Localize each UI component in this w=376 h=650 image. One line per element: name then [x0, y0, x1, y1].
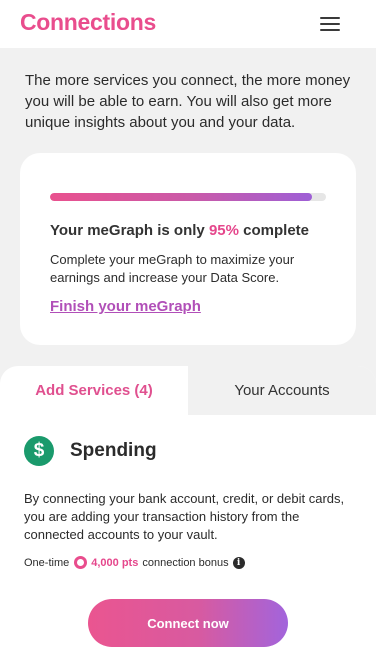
- progress-percent: 95%: [208, 222, 239, 239]
- connect-now-button[interactable]: Connect now: [88, 599, 288, 647]
- progress-description: Complete your meGraph to maximize your e…: [50, 252, 295, 285]
- points-coin-icon: [74, 556, 88, 569]
- hamburger-menu-icon[interactable]: [318, 15, 344, 33]
- tab-your-accounts[interactable]: Your Accounts: [188, 366, 376, 415]
- service-description: By connecting your bank account, credit,…: [24, 491, 345, 542]
- menu-line: [320, 17, 340, 19]
- bonus-prefix: One-time: [24, 556, 70, 569]
- progress-bar-fill: [50, 193, 313, 201]
- finish-megraph-link[interactable]: Finish your meGraph: [50, 298, 201, 315]
- tab-add-services[interactable]: Add Services (4): [0, 366, 188, 415]
- intro-text: The more services you connect, the more …: [25, 72, 351, 131]
- progress-bar: [50, 193, 326, 201]
- app-header: Connections: [0, 0, 376, 48]
- bonus-suffix: connection bonus: [142, 556, 229, 569]
- dollar-icon: $: [24, 436, 54, 466]
- bonus-points: 4,000 pts: [91, 556, 139, 569]
- page-title: Connections: [20, 9, 156, 35]
- progress-title-prefix: Your meGraph is only: [50, 222, 205, 239]
- progress-title: Your meGraph is only 95% complete: [50, 222, 309, 239]
- service-title: Spending: [70, 440, 157, 461]
- info-icon[interactable]: i: [232, 556, 245, 569]
- progress-title-suffix: complete: [243, 222, 309, 239]
- menu-line: [320, 23, 340, 25]
- services-panel: Add Services (4) Your Accounts $ Spendin…: [0, 366, 376, 650]
- menu-line: [320, 29, 340, 31]
- connection-bonus: One-time 4,000 pts connection bonus i: [24, 556, 245, 569]
- megraph-progress-card: Your meGraph is only 95% complete Comple…: [20, 153, 356, 345]
